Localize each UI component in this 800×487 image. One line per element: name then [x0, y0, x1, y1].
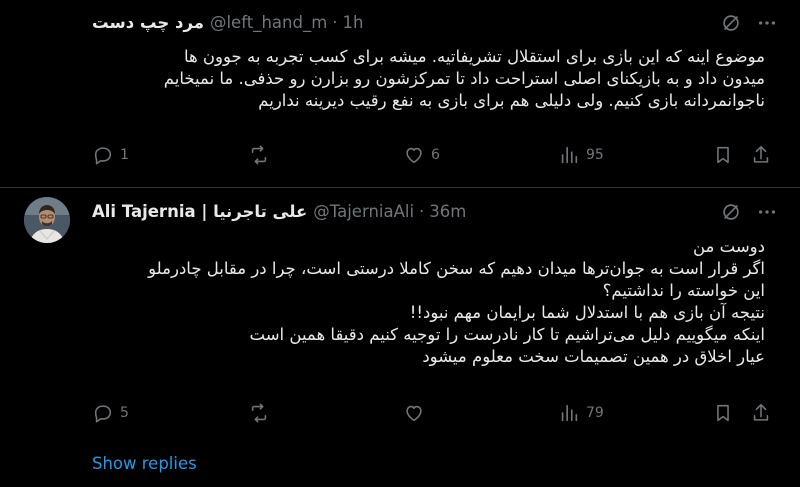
- grok-icon[interactable]: [720, 12, 742, 34]
- reply-button[interactable]: 1: [92, 144, 129, 166]
- views-count: 95: [586, 147, 604, 163]
- more-icon[interactable]: [756, 12, 778, 34]
- heart-icon: [406, 405, 422, 422]
- share-button[interactable]: [750, 144, 772, 166]
- author-name[interactable]: Ali Tajernia | علی تاجرنیا: [92, 202, 307, 221]
- tweet-text-line: عیار اخلاق در همین تصمیمات سخت معلوم میش…: [422, 347, 765, 366]
- like-button[interactable]: 6: [403, 144, 440, 166]
- bookmark-button[interactable]: [712, 402, 734, 424]
- author-handle[interactable]: @TajerniaAli: [313, 202, 414, 221]
- repost-icon: [251, 145, 267, 165]
- show-replies-link[interactable]: Show replies: [92, 454, 197, 473]
- tweet-1-header: مرد چپ دست @left_hand_m · 1h: [92, 13, 363, 32]
- grok-icon[interactable]: [720, 201, 742, 223]
- bookmark-button[interactable]: [712, 144, 734, 166]
- views-icon: [561, 146, 578, 164]
- avatar[interactable]: [24, 197, 70, 243]
- views-count: 79: [586, 405, 604, 421]
- reply-icon: [94, 147, 112, 165]
- views-button[interactable]: 95: [558, 144, 604, 166]
- timestamp[interactable]: 36m: [429, 202, 466, 221]
- reply-icon: [94, 405, 112, 423]
- timestamp[interactable]: 1h: [343, 13, 364, 32]
- separator-dot: ·: [419, 202, 425, 221]
- avatar-photo: [24, 197, 70, 243]
- tweet-2-text: دوست من اگر قرار است به جوان‌ترها میدان …: [75, 236, 765, 368]
- repost-button[interactable]: [248, 144, 276, 166]
- heart-icon: [406, 147, 422, 164]
- views-button[interactable]: 79: [558, 402, 604, 424]
- tweet-text-line: اگر قرار است به جوان‌ترها میدان دهیم که …: [148, 259, 765, 278]
- share-icon: [753, 403, 769, 421]
- tweet-text-line: دوست من: [693, 237, 765, 256]
- more-icon[interactable]: [756, 201, 778, 223]
- tweet-text-line: موضوع اینه که این بازی برای استقلال تشری…: [183, 47, 765, 66]
- repost-button[interactable]: [248, 402, 276, 424]
- share-button[interactable]: [750, 402, 772, 424]
- separator-dot: ·: [332, 13, 338, 32]
- tweet-2-header: Ali Tajernia | علی تاجرنیا @TajerniaAli …: [92, 202, 466, 221]
- share-icon: [753, 145, 769, 163]
- tweet-text-line: اینکه میگوییم دلیل می‌تراشیم تا کار نادر…: [249, 325, 765, 344]
- author-name[interactable]: مرد چپ دست: [92, 13, 204, 32]
- bookmark-icon: [717, 404, 729, 422]
- tweet-text-line: میدون داد و به بازیکنای اصلی استراحت داد…: [163, 69, 765, 88]
- reply-count: 1: [120, 147, 129, 163]
- author-handle[interactable]: @left_hand_m: [210, 13, 327, 32]
- tweet-1-text: موضوع اینه که این بازی برای استقلال تشری…: [75, 46, 765, 112]
- tweet-text-line: این خواسته را نداشتیم؟: [602, 281, 765, 300]
- tweet-text-line: نتیجه آن بازی هم با استدلال شما برایمان …: [409, 303, 765, 322]
- repost-icon: [251, 403, 267, 423]
- like-count: 6: [431, 147, 440, 163]
- bookmark-icon: [717, 146, 729, 164]
- views-icon: [561, 404, 578, 422]
- reply-count: 5: [120, 405, 129, 421]
- like-button[interactable]: [403, 402, 431, 424]
- reply-button[interactable]: 5: [92, 402, 129, 424]
- tweet-text-line: ناجوانمردانه بازی کنیم. ولی دلیلی هم برا…: [258, 91, 765, 110]
